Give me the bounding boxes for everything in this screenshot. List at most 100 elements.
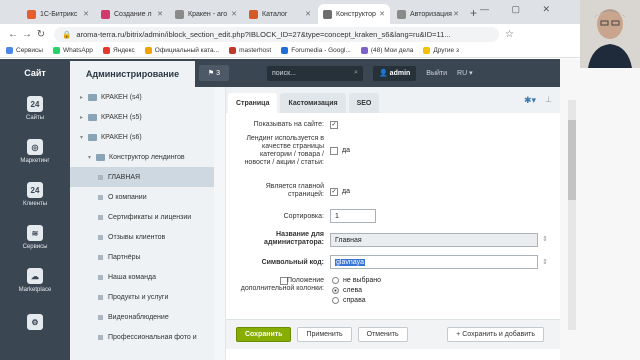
sort-row: Сортировка: 1 [226, 209, 560, 225]
content-tab[interactable]: Кастомизация [280, 93, 346, 113]
notifications-button[interactable]: ⚑ 3 [199, 65, 229, 81]
chevron-right-icon[interactable]: ▾ [80, 134, 88, 141]
tree-item[interactable]: ▸ КРАКЕН (s4) [70, 87, 214, 107]
reload-icon[interactable]: ↻ [34, 29, 48, 40]
bookmark-item[interactable]: masterhost [229, 47, 271, 54]
code-value: glavnaya [335, 258, 366, 266]
close-icon[interactable]: ✕ [231, 10, 237, 18]
admin-name-input[interactable]: Главная [330, 233, 538, 247]
flag-icon: ⚑ [207, 70, 217, 77]
is-home-label: Является главной страницей: [265, 183, 324, 198]
forward-icon[interactable]: → [20, 29, 34, 40]
bookmark-item[interactable]: Яндекс [102, 47, 135, 54]
tree-item[interactable]: Видеонаблюдение [70, 307, 214, 327]
tree-item[interactable]: Отзывы клиентов [70, 227, 214, 247]
sort-value: 1 [335, 212, 339, 220]
tree-item[interactable]: Продукты и услуги [70, 287, 214, 307]
browser-tab[interactable]: Создание л ✕ [96, 4, 168, 24]
page-scrollbar-thumb[interactable] [568, 120, 576, 200]
close-icon[interactable]: ✕ [305, 10, 311, 18]
browser-tab[interactable]: Конструктор ✕ [318, 4, 390, 24]
pin-icon[interactable]: ⊥ [545, 95, 552, 104]
column-position-radio[interactable]: справа [332, 297, 366, 304]
sidebar-item[interactable]: ◎ Маркетинг [0, 130, 70, 173]
language-select[interactable]: RU ▾ [457, 69, 473, 77]
close-icon[interactable]: ✕ [83, 10, 89, 18]
gear-icon[interactable]: ✱▾ [524, 95, 536, 106]
browser-tab[interactable]: Каталог ✕ [244, 4, 316, 24]
bookmark-item[interactable]: WhatsApp [52, 47, 93, 54]
tree-item-label: КРАКЕН (s4) [101, 93, 142, 101]
column-position-radio[interactable]: не выбрано [332, 277, 381, 284]
tree-item[interactable]: ГЛАВНАЯ [70, 167, 214, 187]
chevron-right-icon[interactable]: ▾ [88, 154, 96, 161]
sidebar-item-label: Сервисы [22, 244, 48, 250]
stepper-icon[interactable]: ⇕ [542, 235, 548, 243]
tree-item[interactable]: Наша команда [70, 267, 214, 287]
sidebar-icon: ◎ [27, 139, 43, 155]
stepper-icon[interactable]: ⇕ [542, 258, 548, 266]
code-input[interactable]: glavnaya [330, 255, 538, 269]
is-home-checkbox[interactable]: ✓ [330, 188, 338, 196]
chevron-right-icon[interactable]: ▸ [80, 114, 88, 121]
content-tab[interactable]: SEO [348, 93, 380, 113]
save-and-add-button[interactable]: + Сохранить и добавить [447, 327, 544, 342]
tree-item[interactable]: ▾ Конструктор лендингов [70, 147, 214, 167]
star-icon[interactable]: ☆ [505, 29, 514, 40]
bookmark-item[interactable]: Forumedia - Googl... [281, 47, 351, 54]
sidebar-item[interactable]: 24 Клиенты [0, 173, 70, 216]
user-menu[interactable]: 👤 admin [373, 65, 417, 81]
tree-item[interactable]: ▸ КРАКЕН (s5) [70, 107, 214, 127]
browser-tab[interactable]: Кракен - аго ✕ [170, 4, 242, 24]
section-tree: ▸ КРАКЕН (s4) ▸ КРАКЕН (s5) ▾ КРАКЕН (s6) ▾ Кон… [70, 87, 214, 360]
window-controls[interactable]: — ▢ ✕ [480, 4, 560, 15]
close-icon[interactable]: ✕ [379, 10, 385, 18]
new-tab-button[interactable]: + [470, 6, 477, 20]
sidebar-item[interactable]: 24 Сайты [0, 87, 70, 130]
tree-item[interactable]: Сертификаты и лицензии [70, 207, 214, 227]
tree-collapse-strip[interactable] [214, 87, 226, 360]
sidebar-icon: ≋ [27, 225, 43, 241]
tree-item[interactable]: ▾ КРАКЕН (s6) [70, 127, 214, 147]
cancel-button[interactable]: Отменить [357, 327, 408, 342]
browser-tab-label: Конструктор [336, 10, 376, 18]
url-field[interactable]: 🔒 aroma-terra.ru/bitrix/admin/iblock_sec… [54, 26, 499, 42]
administration-button[interactable]: Администрирование [70, 59, 195, 87]
chevron-right-icon[interactable]: ▸ [80, 94, 88, 101]
site-button[interactable]: Сайт [0, 59, 70, 87]
bookmark-item[interactable]: Сервисы [6, 47, 43, 54]
sidebar-item[interactable]: ☁ Marketplace [0, 259, 70, 302]
apply-button[interactable]: Применить [297, 327, 352, 342]
tree-item-label: Наша команда [108, 273, 156, 281]
landing-used-checkbox[interactable] [330, 147, 338, 155]
landing-used-value: да [342, 147, 350, 154]
radio-icon [332, 277, 339, 284]
bookmarks-bar: Сервисы WhatsApp Яндекс Официальный ката...… [0, 44, 640, 58]
tree-item[interactable]: Профессиональная фото и [70, 327, 214, 347]
sidebar-item[interactable]: ⚙ [0, 302, 70, 345]
show-on-site-checkbox[interactable]: ✓ [330, 121, 338, 129]
sidebar-item[interactable]: ≋ Сервисы [0, 216, 70, 259]
page-icon [98, 234, 103, 240]
browser-tab[interactable]: 1С-Битрикс ✕ [22, 4, 94, 24]
bookmark-item[interactable]: Официальный ката... [144, 47, 219, 54]
tree-item[interactable]: Партнёры [70, 247, 214, 267]
tree-item[interactable]: О компании [70, 187, 214, 207]
logout-link[interactable]: Выйти [426, 70, 447, 77]
sidebar-icon: ⚙ [27, 314, 43, 330]
save-button[interactable]: Сохранить [236, 327, 292, 342]
search-input[interactable]: поиск... ⌕ [267, 65, 363, 81]
column-position-radio[interactable]: слева [332, 287, 362, 294]
tree-item-label: Профессиональная фото и [108, 333, 197, 341]
admin-name-label: Название для администратора: [264, 231, 324, 246]
sort-input[interactable]: 1 [330, 209, 376, 223]
page-icon [98, 294, 103, 300]
bookmark-label: Forumedia - Googl... [291, 47, 351, 54]
back-icon[interactable]: ← [6, 29, 20, 40]
close-icon[interactable]: ✕ [453, 10, 459, 18]
close-icon[interactable]: ✕ [157, 10, 163, 18]
bookmark-item[interactable]: (48) Мои дела [360, 47, 413, 54]
browser-tab[interactable]: Авторизация ✕ [392, 4, 464, 24]
bookmark-item[interactable]: Другие з [423, 47, 459, 54]
content-tab[interactable]: Страница [228, 93, 278, 113]
